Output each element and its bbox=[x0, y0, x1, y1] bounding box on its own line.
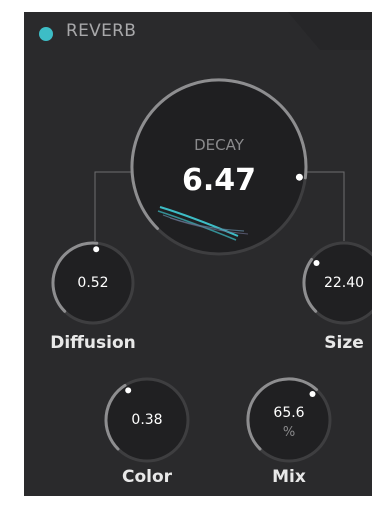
status-dot-icon bbox=[39, 27, 53, 41]
diffusion-label: Diffusion bbox=[50, 333, 136, 353]
decay-label: DECAY bbox=[194, 136, 244, 154]
mix-unit: % bbox=[282, 425, 296, 440]
color-value: 0.38 bbox=[131, 412, 163, 428]
knob-graphics bbox=[51, 12, 372, 463]
size-label: Size bbox=[324, 333, 364, 353]
size-connector bbox=[305, 171, 345, 241]
reverb-panel bbox=[24, 12, 372, 496]
mix-label: Mix bbox=[272, 467, 306, 487]
corner-decoration bbox=[288, 12, 372, 50]
color-label: Color bbox=[121, 467, 173, 487]
mix-value: 65.6 bbox=[273, 405, 305, 421]
plugin-title: REVERB bbox=[66, 21, 137, 41]
diffusion-value: 0.52 bbox=[77, 275, 109, 291]
decay-value: 6.47 bbox=[181, 163, 257, 198]
size-value: 22.40 bbox=[323, 275, 365, 291]
diffusion-connector bbox=[94, 171, 134, 241]
